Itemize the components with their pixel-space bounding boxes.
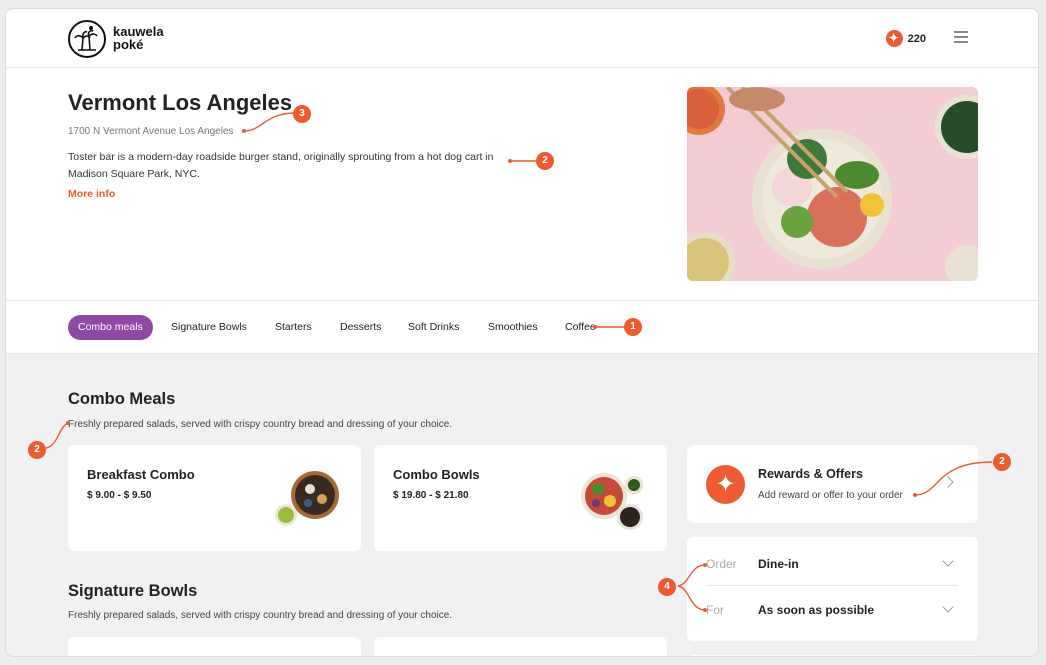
top-bar: kauwela poké 220 [6,9,1038,68]
extra-card [687,655,978,656]
section-subtitle-combo-meals: Freshly prepared salads, served with cri… [68,419,453,430]
tab-coffee[interactable]: Coffee [555,315,606,340]
category-tabs: Combo meals Signature Bowls Starters Des… [6,301,1038,354]
points-value: 220 [907,32,926,45]
tab-signature-bowls[interactable]: Signature Bowls [161,315,257,340]
more-info-link[interactable]: More info [68,188,115,200]
hero-poke-bowl-image [687,87,978,281]
store-description: Toster bar is a modern-day roadside burg… [68,151,494,180]
tab-soft-drinks[interactable]: Soft Drinks [398,315,469,340]
section-title-combo-meals: Combo Meals [68,390,176,408]
chevron-right-icon [942,476,954,488]
tab-desserts[interactable]: Desserts [330,315,391,340]
combo-bowls-image [581,473,643,530]
order-type-value: Dine-in [758,557,799,571]
store-address: 1700 N Vermont Avenue Los Angeles [68,126,234,137]
order-type-label: Order [706,557,737,571]
menu-item-name: Combo Bowls [393,467,480,482]
rewards-subtitle: Add reward or offer to your order [758,490,903,501]
tab-combo-meals[interactable]: Combo meals [68,315,153,340]
rewards-offers-card[interactable]: ✦ Rewards & Offers Add reward or offer t… [687,445,978,523]
rewards-star-icon: ✦ [706,465,745,504]
menu-item-price: $ 9.00 - $ 9.50 [87,490,152,501]
order-settings-card: Order Dine-in For As soon as possible [687,537,978,641]
points-counter[interactable]: 220 [885,30,926,47]
tab-starters[interactable]: Starters [265,315,322,340]
chevron-down-icon [942,601,954,613]
store-name: Vermont Los Angeles [68,90,293,115]
brand-line-2: poké [113,37,144,52]
order-time-selector[interactable]: For As soon as possible [706,587,958,632]
annotation-badge: 2 [28,441,46,459]
menu-item-card[interactable]: Breakfast Combo $ 9.00 - $ 9.50 [68,445,361,551]
logo-palm-icon[interactable] [68,20,106,58]
brand-name: kauwela poké [113,25,164,51]
menu-item-card[interactable] [374,637,667,656]
annotation-badge: 3 [293,105,311,123]
menu-item-card[interactable] [68,637,361,656]
menu-item-name: Breakfast Combo [87,467,195,482]
hamburger-icon[interactable] [954,31,968,43]
menu-item-price: $ 19.80 - $ 21.80 [393,490,469,501]
chevron-down-icon [942,555,954,567]
order-time-label: For [706,603,724,617]
annotation-badge: 2 [993,453,1011,471]
menu-item-card[interactable]: Combo Bowls $ 19.80 - $ 21.80 [374,445,667,551]
annotation-badge: 4 [658,578,676,596]
annotation-badge: 2 [536,152,554,170]
breakfast-bowl-image [275,471,339,526]
section-subtitle-signature-bowls: Freshly prepared salads, served with cri… [68,610,453,621]
order-time-value: As soon as possible [758,603,875,617]
annotation-badge: 1 [624,318,642,336]
tab-smoothies[interactable]: Smoothies [478,315,548,340]
rewards-title: Rewards & Offers [758,467,863,481]
store-header: Vermont Los Angeles 1700 N Vermont Avenu… [6,68,1038,301]
star-icon [885,30,903,47]
section-title-signature-bowls: Signature Bowls [68,582,198,600]
order-type-selector[interactable]: Order Dine-in [706,541,958,586]
app-window: kauwela poké 220 Vermont Los Angeles 170… [5,8,1039,657]
